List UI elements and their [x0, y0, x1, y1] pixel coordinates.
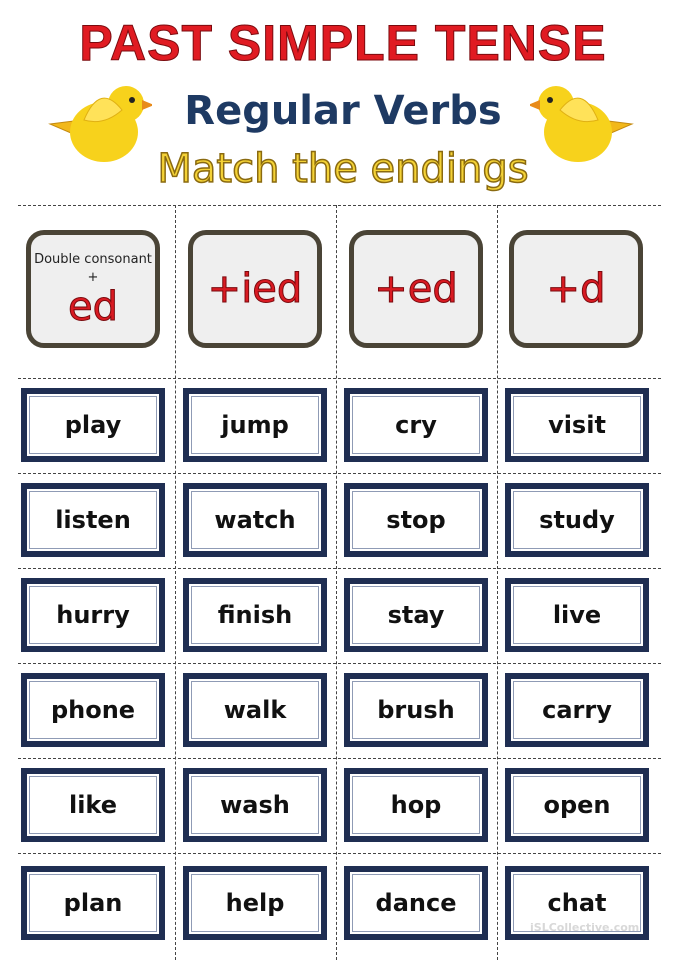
verb-card[interactable]: live — [505, 578, 649, 652]
verb-card[interactable]: walk — [183, 673, 327, 747]
verb-card[interactable]: visit — [505, 388, 649, 462]
cut-line — [336, 205, 337, 960]
cut-line — [18, 378, 661, 379]
cut-line — [175, 205, 176, 960]
verb-label: chat — [547, 889, 607, 917]
instruction: Match the endings — [157, 145, 530, 193]
ending-card[interactable]: +ed — [349, 230, 483, 348]
verb-card[interactable]: finish — [183, 578, 327, 652]
verb-label: brush — [377, 696, 455, 724]
verb-card[interactable]: open — [505, 768, 649, 842]
verb-card[interactable]: brush — [344, 673, 488, 747]
watermark: iSLCollective.com — [530, 921, 640, 934]
verb-label: dance — [375, 889, 457, 917]
cut-line — [18, 205, 661, 206]
verb-card[interactable]: hurry — [21, 578, 165, 652]
cut-line — [18, 758, 661, 759]
verb-card[interactable]: jump — [183, 388, 327, 462]
verb-label: plan — [63, 889, 123, 917]
verb-card[interactable]: play — [21, 388, 165, 462]
verb-label: study — [539, 506, 615, 534]
verb-card[interactable]: like — [21, 768, 165, 842]
ending-label: +ed — [374, 266, 459, 312]
verb-card[interactable]: help — [183, 866, 327, 940]
verb-label: help — [225, 889, 285, 917]
verb-label: stop — [386, 506, 446, 534]
cut-line — [18, 853, 661, 854]
ending-label: +d — [546, 266, 606, 312]
verb-label: open — [543, 791, 611, 819]
verb-label: jump — [221, 411, 289, 439]
verb-label: like — [68, 791, 118, 819]
ending-card[interactable]: Double consonant + ed — [26, 230, 160, 348]
verb-card[interactable]: listen — [21, 483, 165, 557]
cut-line — [18, 568, 661, 569]
cut-out-sheet: Double consonant + ed +ied +ed +d play j… — [18, 205, 661, 960]
verb-card[interactable]: stop — [344, 483, 488, 557]
verb-label: listen — [55, 506, 131, 534]
verb-card[interactable]: plan — [21, 866, 165, 940]
verb-label: play — [64, 411, 122, 439]
cut-line — [497, 205, 498, 960]
cut-line — [18, 473, 661, 474]
page-title: PAST SIMPLE TENSE — [79, 15, 607, 72]
ending-label: ed — [68, 284, 119, 330]
verb-card[interactable]: watch — [183, 483, 327, 557]
verb-card[interactable]: dance — [344, 866, 488, 940]
verb-label: watch — [214, 506, 296, 534]
ending-note: Double consonant + — [34, 252, 152, 285]
verb-label: walk — [223, 696, 287, 724]
verb-label: live — [552, 601, 602, 629]
verb-label: hop — [390, 791, 442, 819]
verb-label: stay — [387, 601, 445, 629]
verb-label: visit — [548, 411, 606, 439]
verb-card[interactable]: carry — [505, 673, 649, 747]
verb-label: hurry — [56, 601, 130, 629]
verb-card[interactable]: stay — [344, 578, 488, 652]
verb-card[interactable]: cry — [344, 388, 488, 462]
verb-label: wash — [220, 791, 290, 819]
verb-label: carry — [542, 696, 612, 724]
cut-line — [18, 663, 661, 664]
verb-label: finish — [217, 601, 293, 629]
ending-label: +ied — [207, 266, 303, 312]
verb-card[interactable]: wash — [183, 768, 327, 842]
verb-label: cry — [395, 411, 437, 439]
verb-card[interactable]: hop — [344, 768, 488, 842]
subtitle: Regular Verbs — [184, 88, 502, 134]
verb-label: phone — [50, 696, 136, 724]
ending-card[interactable]: +d — [509, 230, 643, 348]
verb-card[interactable]: phone — [21, 673, 165, 747]
ending-card[interactable]: +ied — [188, 230, 322, 348]
verb-card[interactable]: study — [505, 483, 649, 557]
